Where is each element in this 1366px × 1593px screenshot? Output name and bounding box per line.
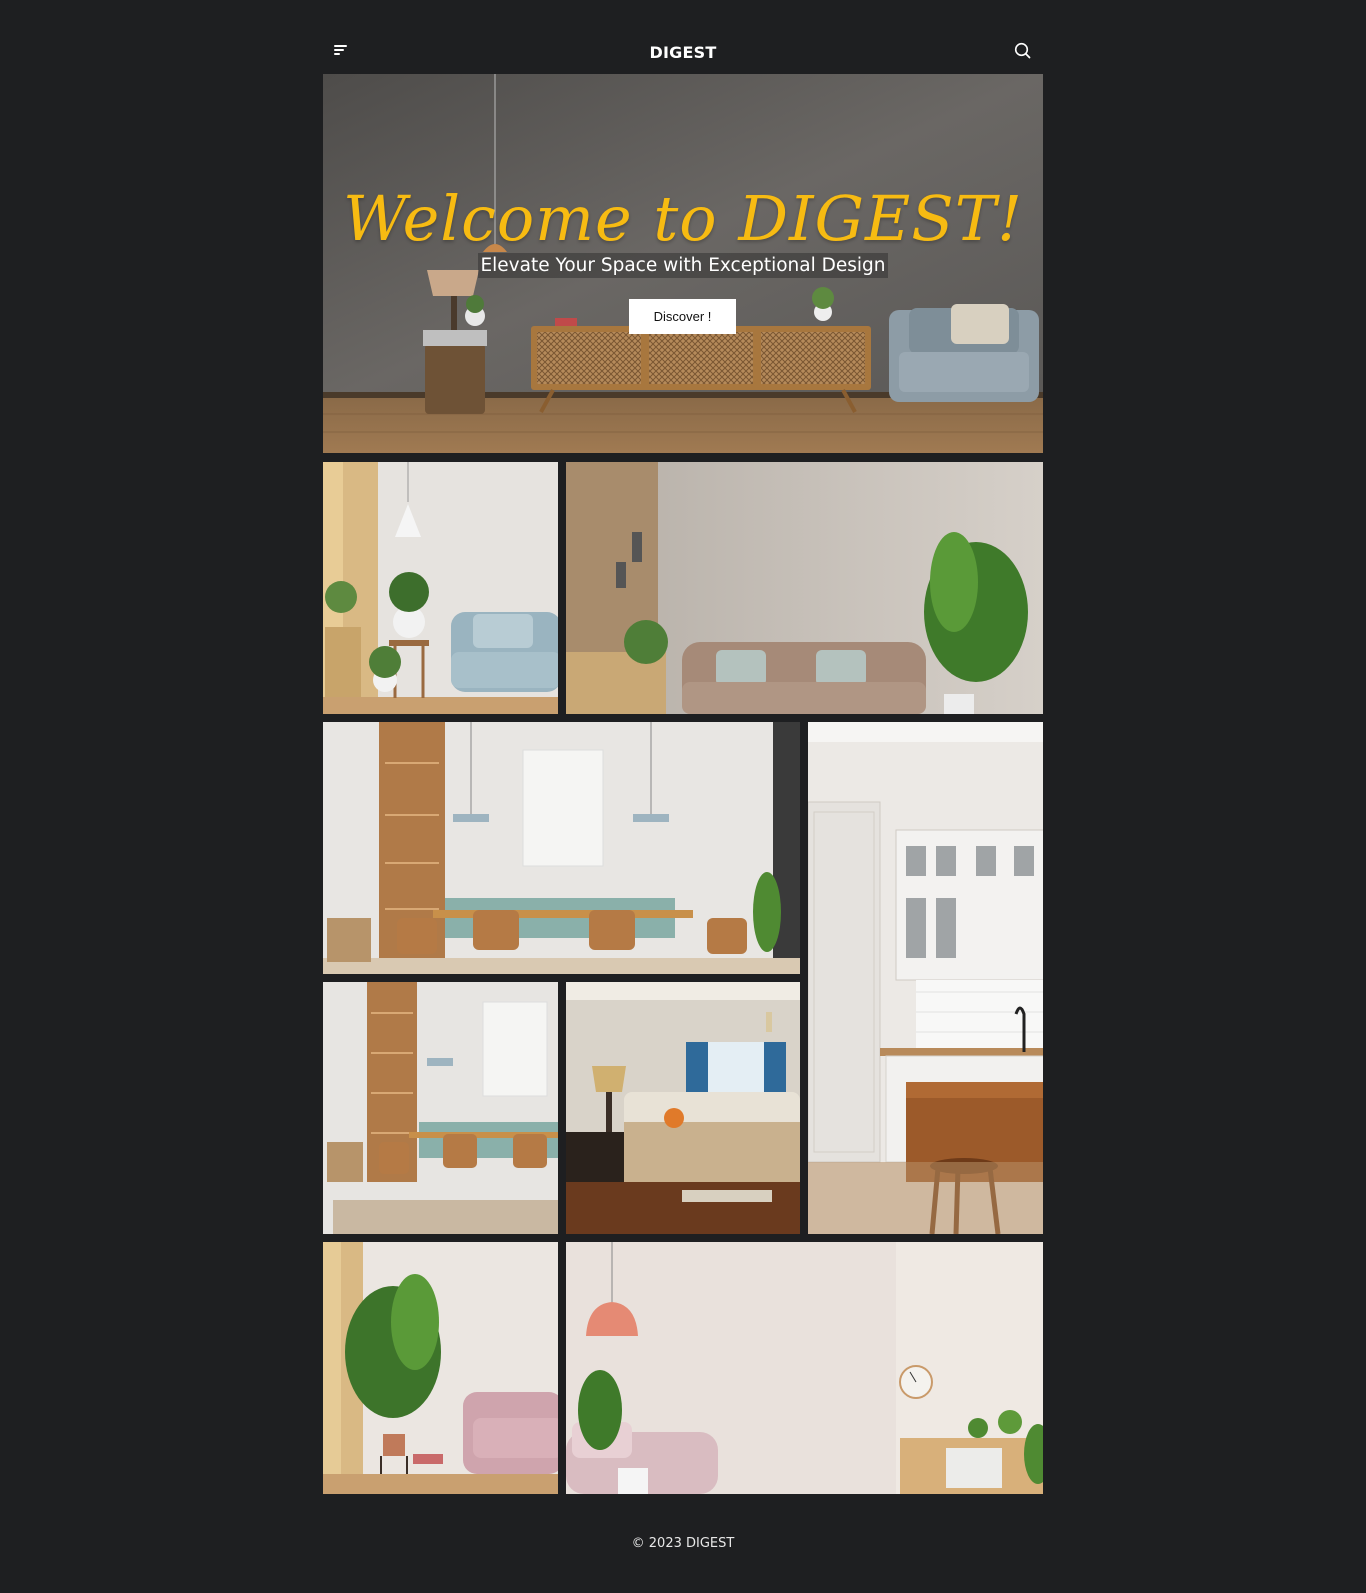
gallery-tile-living-room-beige-sofa[interactable] bbox=[566, 462, 1043, 714]
dining-room-small-image bbox=[323, 982, 558, 1234]
site-header: DIGEST bbox=[323, 34, 1043, 68]
pink-armchair-image bbox=[323, 1242, 558, 1494]
gallery-tile-dining-room-small[interactable] bbox=[323, 982, 558, 1234]
footer-copyright: © 2023 DIGEST bbox=[631, 1536, 735, 1551]
dining-room-image bbox=[323, 722, 800, 974]
bedroom-image bbox=[566, 982, 800, 1234]
gallery-tile-bedroom[interactable] bbox=[566, 982, 800, 1234]
pink-sofa-image bbox=[566, 1242, 1043, 1494]
hero-banner: Welcome to DIGEST! Elevate Your Space wi… bbox=[323, 74, 1043, 453]
gallery-tile-dining-room-wide[interactable] bbox=[323, 722, 800, 974]
brand-logo[interactable]: DIGEST bbox=[323, 43, 1043, 62]
living-room-beige-image bbox=[566, 462, 1043, 714]
hero-subtitle: Elevate Your Space with Exceptional Desi… bbox=[323, 253, 1043, 278]
hero-subtitle-text: Elevate Your Space with Exceptional Desi… bbox=[478, 253, 888, 278]
search-icon[interactable] bbox=[1013, 41, 1033, 61]
gallery-tile-living-room-blue-sofa[interactable] bbox=[323, 462, 558, 714]
gallery-tile-white-kitchen[interactable] bbox=[808, 722, 1043, 1234]
living-room-image bbox=[323, 462, 558, 714]
gallery-tile-pink-armchair-room[interactable] bbox=[323, 1242, 558, 1494]
kitchen-image bbox=[808, 722, 1043, 1234]
gallery-tile-pink-sofa-room[interactable] bbox=[566, 1242, 1043, 1494]
hero-title: Welcome to DIGEST! bbox=[342, 182, 1024, 255]
discover-button[interactable]: Discover ! bbox=[629, 299, 736, 334]
